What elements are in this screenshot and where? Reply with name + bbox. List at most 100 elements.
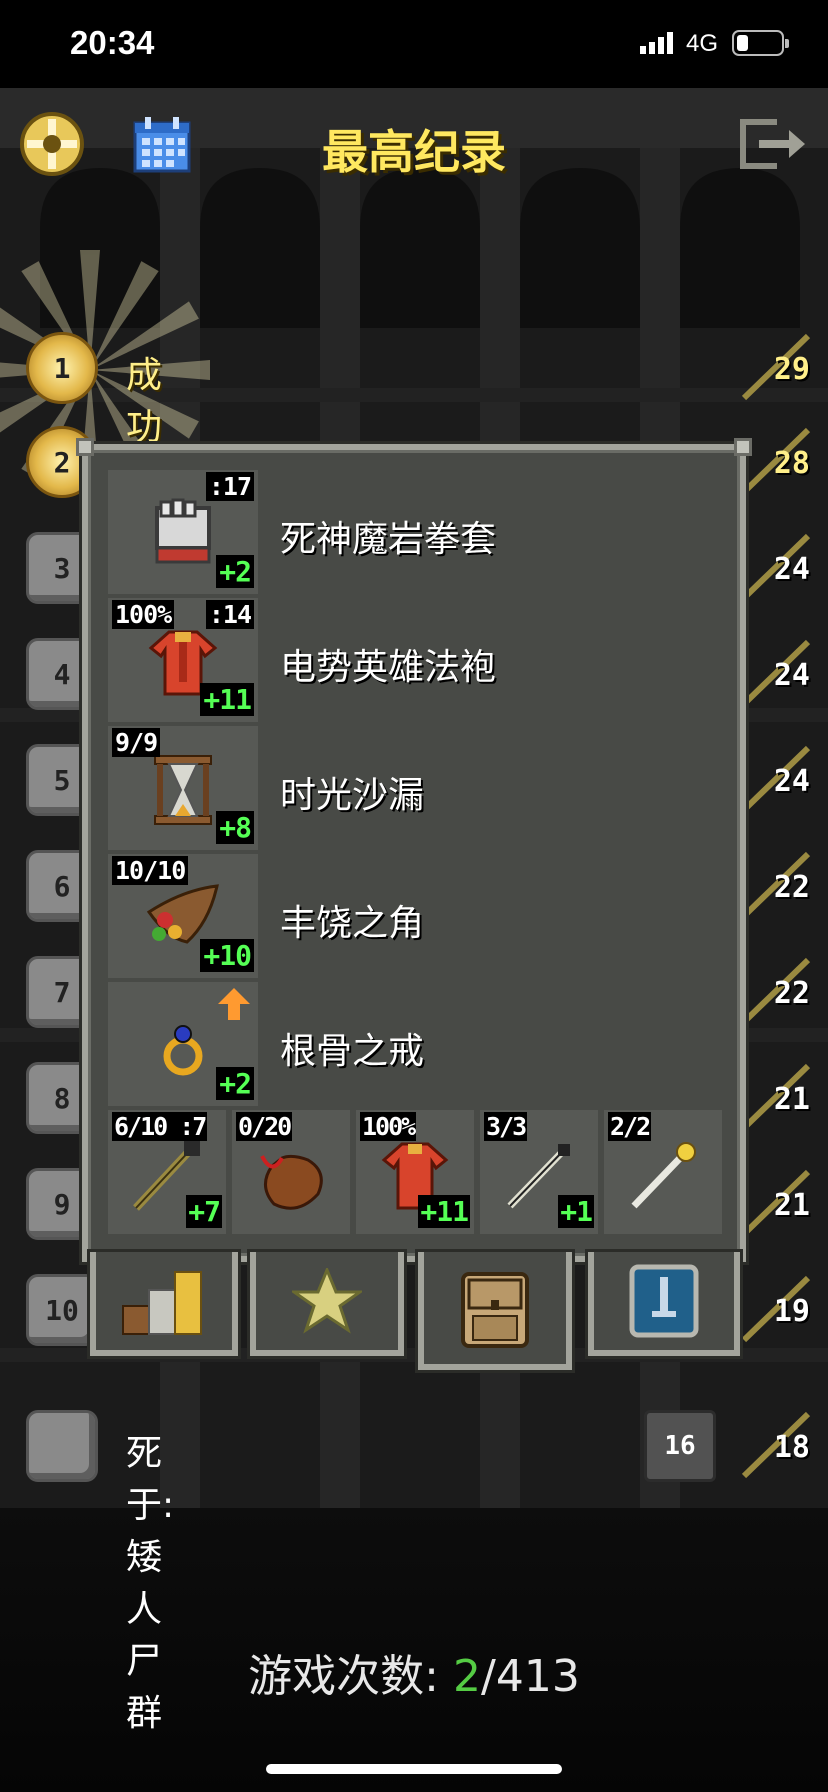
score-badge: 28	[734, 424, 818, 498]
item-charge: 10/10	[112, 856, 189, 885]
score-value: 28	[773, 446, 810, 481]
equipment-row-armor[interactable]: 100% :14 +11 电势英雄法袍	[108, 598, 724, 722]
quickslot-bonus: +1	[558, 1195, 594, 1228]
item-level: :17	[205, 472, 254, 501]
hourglass-icon	[154, 755, 212, 825]
calendar-icon	[133, 117, 191, 173]
score-value: 29	[773, 352, 810, 387]
score-value: 19	[773, 1294, 810, 1329]
score-badge: 24	[734, 636, 818, 710]
backpack-icon	[461, 1272, 529, 1348]
tombstone-icon	[26, 1410, 98, 1482]
gauntlet-icon	[155, 498, 211, 564]
item-name: 死神魔岩拳套	[280, 519, 497, 560]
tab-stats[interactable]	[90, 1252, 238, 1356]
quickslot-3[interactable]: 100% +11	[356, 1110, 474, 1234]
exit-icon	[740, 119, 805, 169]
score-badge: 24	[734, 742, 818, 816]
stats-icon	[122, 1271, 202, 1335]
badges-star-icon	[292, 1268, 362, 1334]
quickslot-1[interactable]: 6/10 :7 +7	[108, 1110, 226, 1234]
rank-badge: 1	[26, 332, 98, 404]
score-value: 22	[773, 870, 810, 905]
header: 最高纪录	[0, 88, 828, 198]
games-played-total: /413	[481, 1651, 580, 1702]
item-bonus: +2	[216, 1067, 254, 1100]
quickslot-charge: 100%	[360, 1112, 416, 1141]
quickslot-charge: 0/20	[236, 1112, 292, 1141]
menu-icon	[20, 112, 84, 176]
item-bonus: +10	[200, 939, 254, 972]
quickslot-bonus: +7	[186, 1195, 222, 1228]
score-badge: 18	[734, 1408, 818, 1482]
item-name: 丰饶之角	[280, 903, 425, 944]
item-bonus: +2	[216, 555, 254, 588]
record-details-panel: :17 +2 死神魔岩拳套 100% :14 +11 电势英雄法袍 9/9 +8…	[76, 438, 752, 1262]
score-value: 24	[773, 552, 810, 587]
item-slot[interactable]: 100% :14 +11	[108, 598, 258, 722]
tab-challenges[interactable]	[588, 1252, 740, 1356]
score-badge: 24	[734, 530, 818, 604]
magic-wand-icon	[631, 1142, 696, 1209]
score-badge: 29	[734, 330, 818, 404]
battery-icon	[732, 30, 789, 56]
score-value: 24	[773, 764, 810, 799]
tab-badges[interactable]	[250, 1252, 404, 1356]
item-slot[interactable]: 9/9 +8	[108, 726, 258, 850]
quickslot-4[interactable]: 3/3 +1	[480, 1110, 598, 1234]
quickslot-2[interactable]: 0/20	[232, 1110, 350, 1234]
quickslot-charge: 2/2	[608, 1112, 651, 1141]
depth-badge: 16	[644, 1410, 716, 1482]
challenges-icon	[629, 1264, 699, 1338]
menu-button[interactable]	[16, 108, 88, 180]
panel-corner	[76, 438, 94, 456]
item-slot[interactable]: 10/10 +10	[108, 854, 258, 978]
home-indicator[interactable]	[266, 1764, 562, 1774]
item-charge: 100%	[112, 600, 175, 629]
score-value: 21	[773, 1082, 810, 1117]
exit-button[interactable]	[736, 108, 808, 180]
quickslot-5[interactable]: 2/2	[604, 1110, 722, 1234]
item-name: 根骨之戒	[280, 1031, 425, 1072]
panel-corner	[734, 438, 752, 456]
waterskin-icon	[260, 1154, 323, 1210]
equipment-row-misc[interactable]: 10/10 +10 丰饶之角	[108, 854, 724, 978]
tab-inventory[interactable]	[418, 1252, 572, 1370]
status-bar: 20:34 4G	[0, 0, 828, 88]
item-slot[interactable]: +2	[108, 982, 258, 1106]
quickslot-bonus: +11	[418, 1195, 470, 1228]
network-type: 4G	[686, 30, 719, 57]
games-played-label: 游戏次数:	[248, 1651, 439, 1702]
score-badge: 19	[734, 1272, 818, 1346]
score-badge: 22	[734, 954, 818, 1028]
score-value: 22	[773, 976, 810, 1011]
equipment-row-ring[interactable]: +2 根骨之戒	[108, 982, 724, 1106]
upgrade-arrow-icon	[218, 988, 250, 1020]
games-played-current: 2	[453, 1651, 481, 1702]
score-badge: 22	[734, 848, 818, 922]
item-charge: 9/9	[112, 728, 161, 757]
ring-icon	[163, 1025, 203, 1076]
item-name: 电势英雄法袍	[280, 647, 497, 688]
equipment-row-weapon[interactable]: :17 +2 死神魔岩拳套	[108, 470, 724, 594]
item-bonus: +8	[216, 811, 254, 844]
score-value: 18	[773, 1430, 810, 1465]
item-level: :14	[205, 600, 254, 629]
journal-button[interactable]	[126, 108, 198, 180]
clock: 20:34	[70, 24, 155, 61]
quickslot-row: 6/10 :7 +7 0/20 100% +11 3/3 +1 2/2	[108, 1110, 724, 1234]
games-played: 游戏次数: 2/413	[0, 1640, 828, 1704]
rank-badge: 10	[26, 1274, 98, 1346]
score-value: 24	[773, 658, 810, 693]
score-badge: 21	[734, 1166, 818, 1240]
item-slot[interactable]: :17 +2	[108, 470, 258, 594]
item-name: 时光沙漏	[280, 775, 425, 816]
page-title: 最高纪录	[322, 125, 506, 179]
item-bonus: +11	[200, 683, 254, 716]
quickslot-charge: 6/10 :7	[112, 1112, 207, 1141]
equipment-row-artifact[interactable]: 9/9 +8 时光沙漏	[108, 726, 724, 850]
score-value: 21	[773, 1188, 810, 1223]
quickslot-charge: 3/3	[484, 1112, 527, 1141]
signal-icon	[640, 32, 674, 54]
score-badge: 21	[734, 1060, 818, 1134]
